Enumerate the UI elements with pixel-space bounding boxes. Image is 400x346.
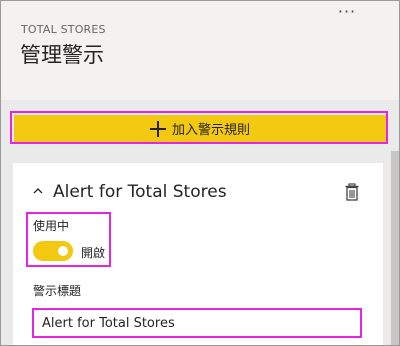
vertical-scrollbar[interactable] bbox=[391, 151, 399, 345]
pane-header: ··· TOTAL STORES 管理警示 bbox=[1, 1, 399, 100]
more-options-icon[interactable]: ··· bbox=[335, 4, 359, 20]
trash-icon[interactable] bbox=[345, 183, 359, 201]
alert-rule-name: Alert for Total Stores bbox=[53, 182, 227, 202]
chevron-up-icon[interactable] bbox=[33, 186, 43, 196]
alert-title-input[interactable] bbox=[32, 308, 362, 338]
active-toggle[interactable] bbox=[33, 241, 73, 261]
add-alert-rule-label: 加入警示規則 bbox=[171, 123, 250, 138]
plus-icon bbox=[149, 120, 166, 137]
manage-alerts-pane: ··· TOTAL STORES 管理警示 加入警示規則 Alert for T… bbox=[0, 0, 400, 346]
toggle-knob bbox=[58, 246, 68, 256]
add-alert-rule-button[interactable]: 加入警示規則 bbox=[14, 115, 386, 142]
active-label: 使用中 bbox=[33, 219, 70, 233]
alert-title-label: 警示標題 bbox=[33, 284, 82, 298]
toggle-state-text: 開啟 bbox=[81, 246, 106, 260]
page-title: 管理警示 bbox=[20, 43, 104, 67]
tile-name: TOTAL STORES bbox=[21, 23, 106, 36]
